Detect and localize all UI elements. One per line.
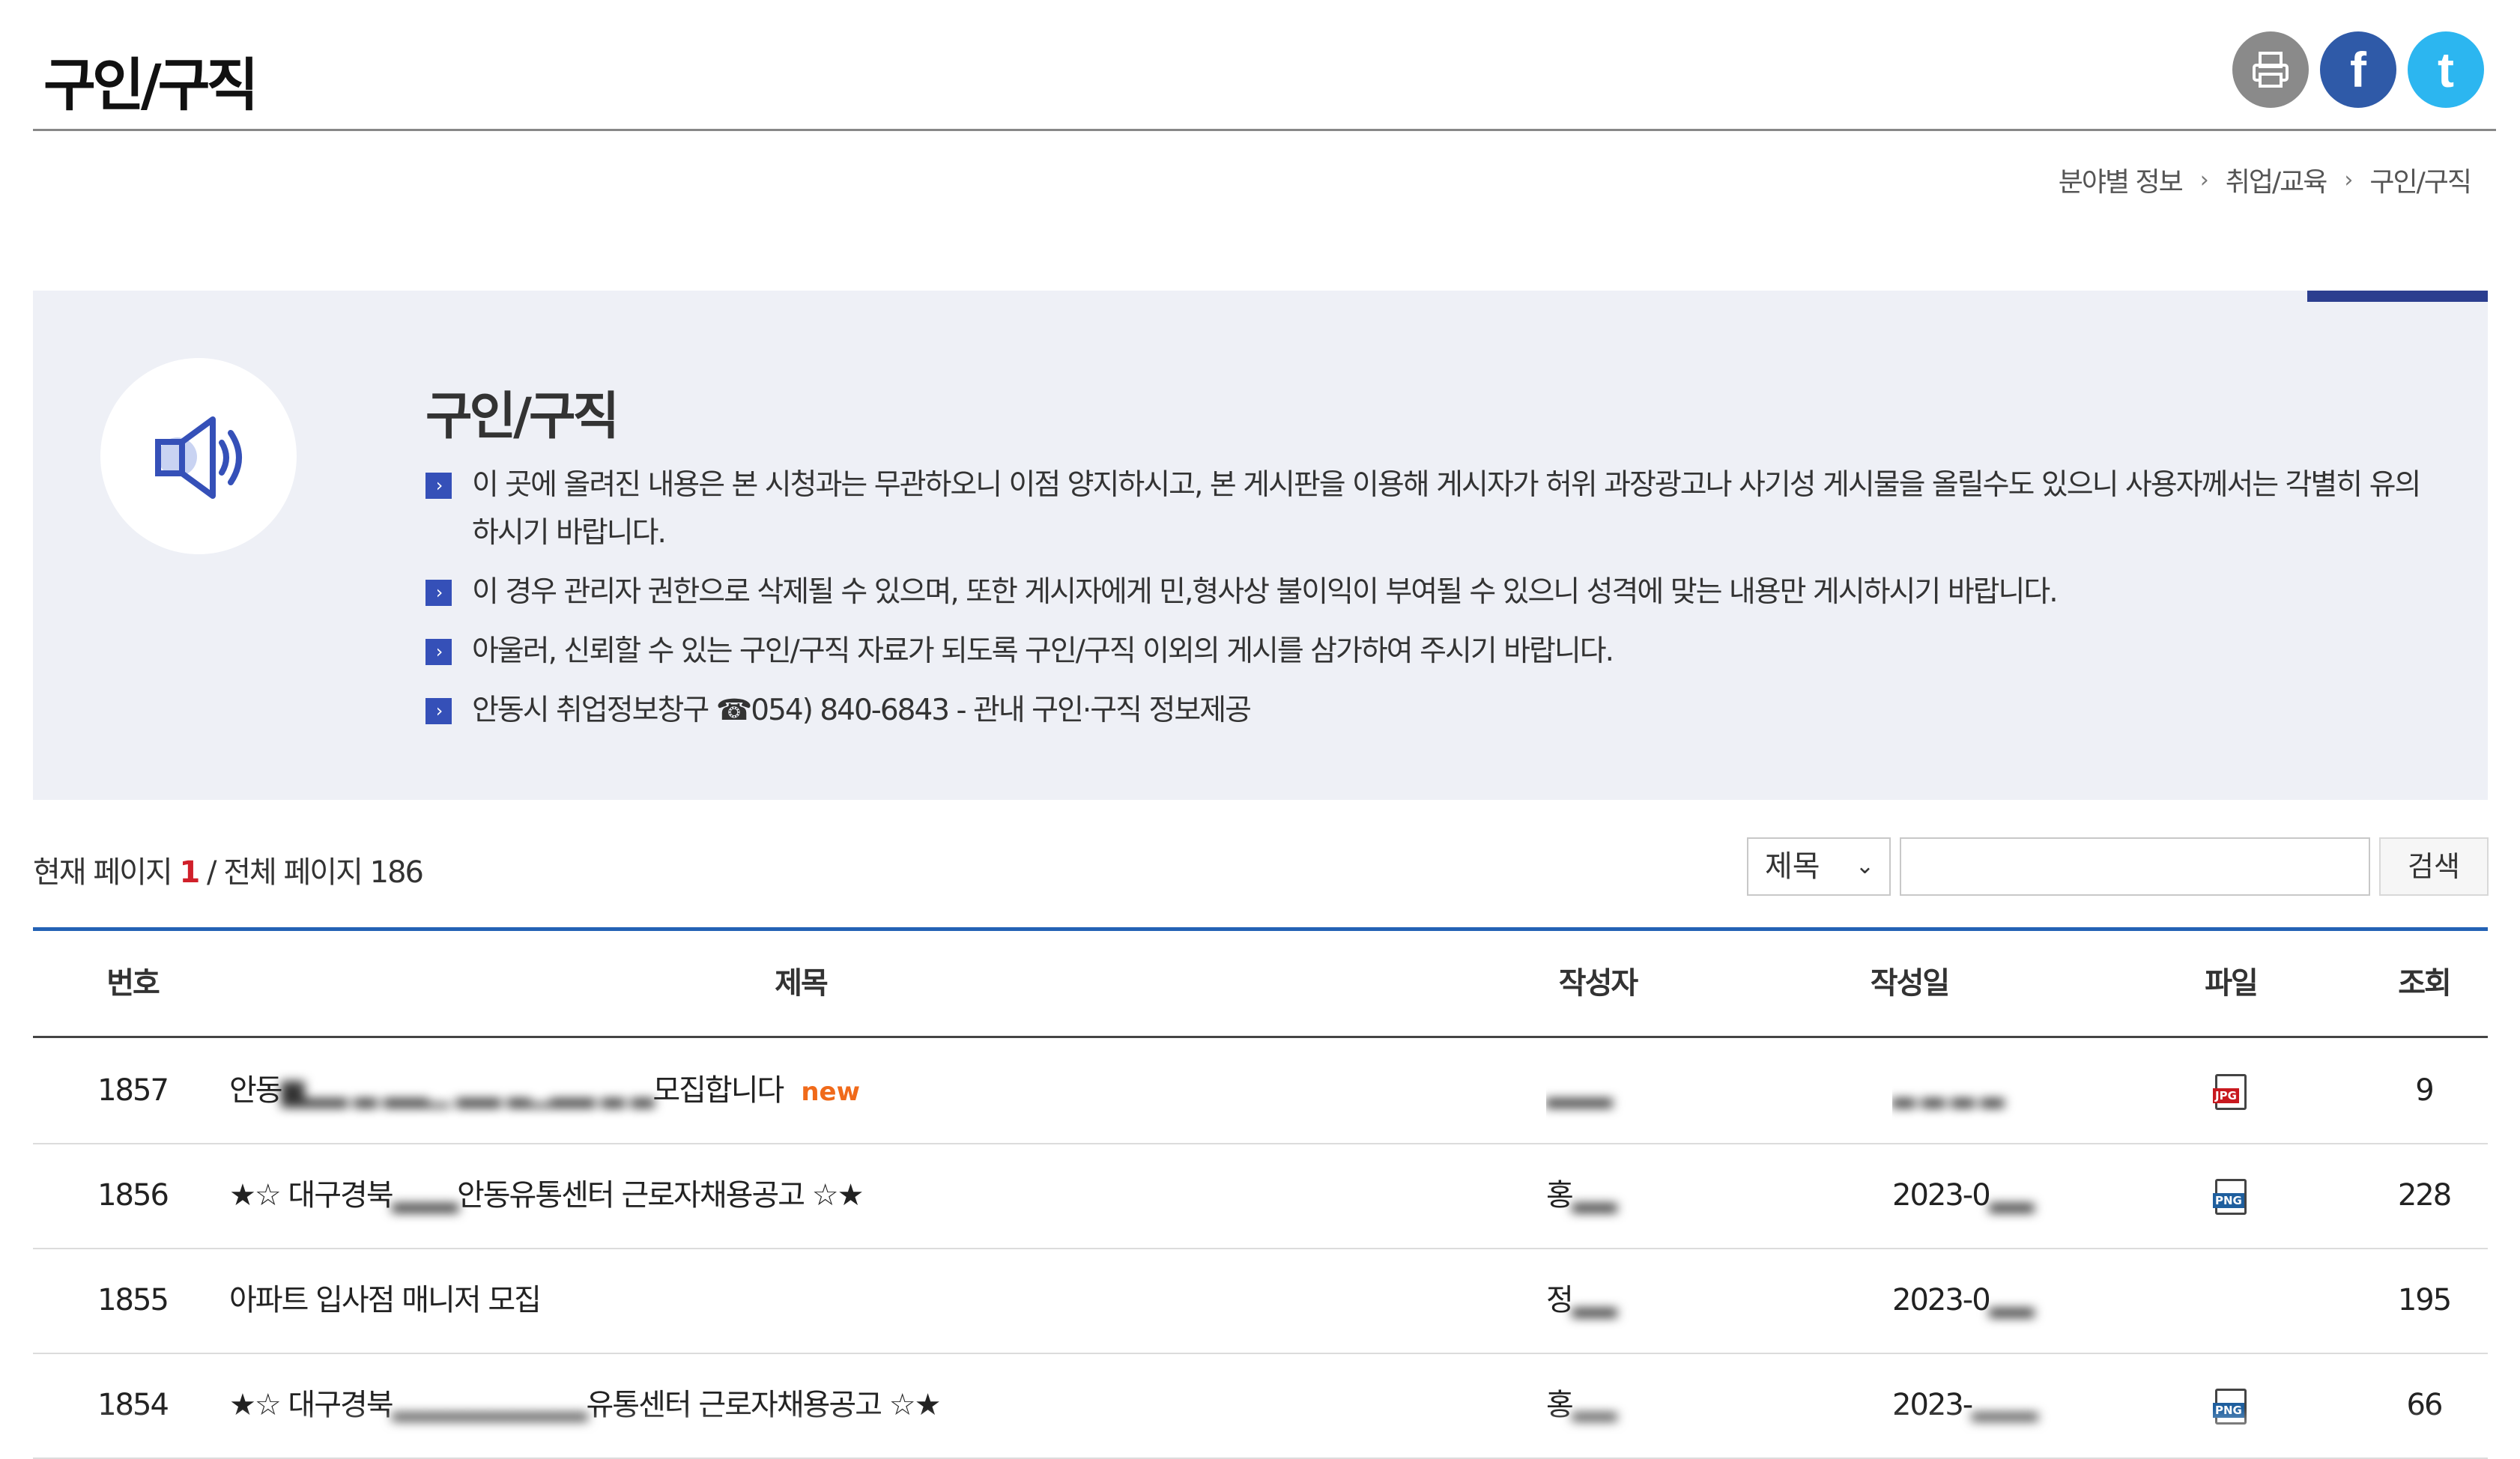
date-text: 2023-0 <box>1892 1178 1991 1213</box>
search-button[interactable]: 검색 <box>2379 837 2489 896</box>
column-header-date: 작성일 <box>1870 966 1950 1001</box>
current-page-label: 현재 페이지 <box>33 855 173 890</box>
subject-text: 모집합니다 <box>652 1073 784 1108</box>
breadcrumb-item[interactable]: 구인/구직 <box>2369 160 2472 199</box>
subject-text: 안동 <box>229 1073 283 1108</box>
breadcrumb-item[interactable]: 분야별 정보 <box>2059 160 2184 199</box>
notice-title: 구인/구직 <box>425 387 620 446</box>
table-row[interactable]: 1855 아파트 입사점 매니저 모집 정▂▂ 2023-0▂▂ 195 <box>33 1248 2488 1354</box>
row-file[interactable]: PNG <box>2156 1143 2306 1248</box>
subject-text: ★☆ 대구경북 <box>229 1178 394 1213</box>
png-file-icon[interactable]: PNG <box>2213 1179 2247 1215</box>
subject-redacted: ▂▂▂ <box>392 1178 458 1213</box>
row-number: 1855 <box>97 1283 169 1317</box>
notice-text: 아울러, 신뢰할 수 있는 구인/구직 자료가 되도록 구인/구직 이외의 게시… <box>472 634 1614 668</box>
notice-icon-circle <box>100 358 297 554</box>
row-subject[interactable]: 안동▆▂▂ ▂ ▂▂▁ ▂▂ ▂▁▂▂ ▂ ▂모집합니다 new <box>229 1038 1503 1143</box>
notice-item: › 아울러, 신뢰할 수 있는 구인/구직 자료가 되도록 구인/구직 이외의 게… <box>425 628 2433 676</box>
notice-text: 이 경우 관리자 권한으로 삭제될 수 있으며, 또한 게시자에게 민,형사상 … <box>472 575 2059 609</box>
chevron-down-icon: ⌄ <box>1855 853 1874 879</box>
row-writer: 홍▂▂ <box>1546 1143 1651 1248</box>
title-divider <box>33 129 2496 131</box>
table-row[interactable]: 1856 ★☆ 대구경북▂▂▂안동유통센터 근로자채용공고 ☆★ 홍▂▂ 202… <box>33 1143 2488 1249</box>
breadcrumb: 분야별 정보 › 취업/교육 › 구인/구직 <box>2059 160 2472 199</box>
notice-item: › 이 곳에 올려진 내용은 본 시청과는 무관하오니 이점 양지하시고, 본 게… <box>425 461 2433 557</box>
notice-item: › 안동시 취업정보창구 ☎054) 840-6843 - 관내 구인·구직 정보… <box>425 687 2433 735</box>
row-subject[interactable]: 아파트 입사점 매니저 모집 <box>229 1248 1503 1353</box>
chevron-right-icon: › <box>2344 166 2353 193</box>
page-indicator: 현재 페이지 1 / 전체 페이지 186 <box>33 848 424 891</box>
column-header-number: 번호 <box>106 966 160 1001</box>
writer-redacted: ▂▂ <box>1572 1178 1617 1213</box>
breadcrumb-item[interactable]: 취업/교육 <box>2226 160 2328 199</box>
date-redacted: ▂ ▂ ▂ ▂ <box>1892 1073 2004 1108</box>
row-file[interactable]: JPG <box>2156 1038 2306 1143</box>
twitter-share-button[interactable]: t <box>2408 31 2484 108</box>
bullet-icon: › <box>425 698 452 724</box>
search-input[interactable] <box>1900 837 2370 896</box>
row-subject[interactable]: ★☆ 대구경북▂▂▂안동유통센터 근로자채용공고 ☆★ <box>229 1143 1503 1248</box>
row-number: 1856 <box>97 1178 169 1213</box>
notice-text: 이 곳에 올려진 내용은 본 시청과는 무관하오니 이점 양지하시고, 본 게시… <box>472 468 2421 550</box>
writer-redacted: ▂▂ <box>1572 1283 1617 1317</box>
chevron-right-icon: › <box>2199 166 2209 193</box>
bullet-icon: › <box>425 639 452 665</box>
bullet-icon: › <box>425 580 452 606</box>
writer-redacted: ▂▂▂ <box>1546 1073 1612 1108</box>
table-header: 번호 제목 작성자 작성일 파일 조회 <box>33 931 2488 1036</box>
subject-text: 안동유통센터 근로자채용공고 ☆★ <box>456 1178 864 1213</box>
row-date: 2023-0▂▂ <box>1892 1248 2087 1353</box>
print-button[interactable] <box>2232 31 2309 108</box>
facebook-icon: f <box>2350 42 2366 97</box>
notice-item: › 이 경우 관리자 권한으로 삭제될 수 있으며, 또한 게시자에게 민,형사상… <box>425 568 2433 616</box>
column-header-file: 파일 <box>2205 966 2259 1001</box>
date-redacted: ▂▂ <box>1989 1178 2035 1213</box>
bullet-icon: › <box>425 473 452 499</box>
column-header-views: 조회 <box>2398 966 2452 1001</box>
writer-text: 정 <box>1546 1283 1574 1317</box>
row-date: ▂ ▂ ▂ ▂ <box>1892 1038 2087 1143</box>
subject-redacted: ▆▂▂ ▂ ▂▂▁ ▂▂ ▂▁▂▂ ▂ ▂ <box>281 1073 655 1108</box>
row-number: 1857 <box>97 1073 169 1108</box>
printer-icon <box>2253 52 2289 88</box>
total-page-number: 186 <box>369 855 424 890</box>
row-writer: ▂▂▂ <box>1546 1038 1651 1143</box>
column-header-subject: 제목 <box>775 966 829 1001</box>
row-writer: 정▂▂ <box>1546 1248 1651 1353</box>
file-type-label: JPG <box>2213 1088 2239 1103</box>
total-page-label: / 전체 페이지 <box>207 855 363 890</box>
facebook-share-button[interactable]: f <box>2320 31 2396 108</box>
date-text: 2023-0 <box>1892 1283 1991 1317</box>
row-views: 228 <box>2397 1178 2452 1213</box>
writer-text: 홍 <box>1546 1178 1574 1213</box>
notice-list: › 이 곳에 올려진 내용은 본 시청과는 무관하오니 이점 양지하시고, 본 게… <box>425 461 2433 746</box>
date-redacted: ▂▂ <box>1989 1283 2035 1317</box>
search-field-value: 제목 <box>1765 849 1820 884</box>
row-views: 9 <box>2415 1073 2434 1108</box>
subject-text: 아파트 입사점 매니저 모집 <box>229 1283 542 1317</box>
search-field-select[interactable]: 제목 ⌄ <box>1747 837 1891 896</box>
jpg-file-icon[interactable]: JPG <box>2213 1074 2247 1110</box>
column-header-writer: 작성자 <box>1558 966 1638 1001</box>
page-title: 구인/구직 <box>43 52 258 118</box>
row-file <box>2156 1248 2306 1353</box>
current-page-number: 1 <box>179 855 200 890</box>
new-badge: new <box>801 1077 861 1107</box>
notice-accent-bar <box>2307 291 2488 302</box>
file-type-label: PNG <box>2213 1193 2244 1208</box>
row-views: 195 <box>2397 1283 2452 1317</box>
row-date: 2023-0▂▂ <box>1892 1143 2087 1248</box>
table-row[interactable]: 1857 안동▆▂▂ ▂ ▂▂▁ ▂▂ ▂▁▂▂ ▂ ▂모집합니다 new ▂▂▂… <box>33 1038 2488 1144</box>
speaker-icon <box>155 416 242 499</box>
bottom-fade <box>0 1408 2520 1455</box>
notice-text: 안동시 취업정보창구 ☎054) 840-6843 - 관내 구인·구직 정보제… <box>472 694 1252 727</box>
twitter-icon: t <box>2438 42 2454 97</box>
